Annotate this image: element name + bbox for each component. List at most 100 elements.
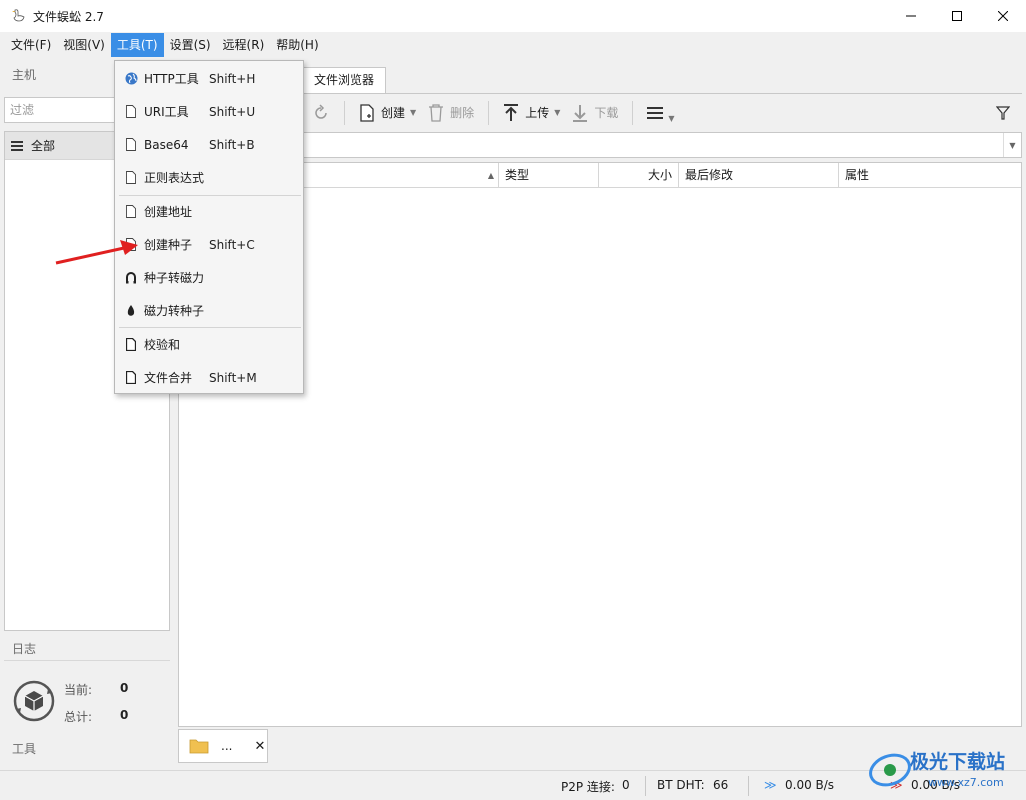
- annotation-arrow-icon: [55, 240, 138, 265]
- menu-settings[interactable]: 设置(S): [164, 33, 217, 57]
- dht-label: BT DHT:: [657, 778, 705, 792]
- menu-item-http-tool[interactable]: HTTP工具 Shift+H: [115, 62, 303, 95]
- document-icon: [124, 205, 138, 219]
- download-speed-icon: ≫: [764, 778, 777, 792]
- upload-icon: [504, 103, 519, 121]
- menu-item-label: URI工具: [144, 105, 189, 119]
- browser-tab[interactable]: ... ✕: [178, 729, 268, 763]
- table-header: ▲ 类型 大小 最后修改 属性: [179, 163, 1021, 188]
- menu-item-shortcut: Shift+H: [209, 71, 256, 86]
- document-icon: [124, 171, 138, 185]
- menu-item-label: 创建地址: [144, 205, 193, 219]
- upload-button[interactable]: 上传 ▼: [497, 98, 566, 128]
- all-label: 全部: [31, 139, 56, 153]
- browser-tab-label: ...: [221, 739, 233, 753]
- menu-item-label: Base64: [144, 137, 189, 152]
- main-panel: 文件浏览器 创建 ▼ 删除 上传 ▼ 下载 ▼ ▼ ▲ 类型 大小 最后修改 属…: [178, 58, 1022, 770]
- watermark-logo: 极光下载站 www.xz7.com: [866, 742, 1022, 796]
- refresh-icon: [315, 103, 327, 119]
- download-speed: 0.00 B/s: [785, 778, 835, 792]
- chevron-down-icon: ▼: [668, 114, 675, 123]
- globe-icon: [124, 72, 138, 86]
- refresh-button[interactable]: [306, 98, 336, 128]
- menu-item-base64[interactable]: Base64 Shift+B: [115, 128, 303, 161]
- menu-item-shortcut: Shift+C: [209, 237, 255, 252]
- magnet-icon: [124, 271, 138, 285]
- host-section-label: 主机: [12, 68, 37, 82]
- menu-item-create-address[interactable]: 创建地址: [115, 195, 303, 228]
- transfer-icon: [12, 679, 56, 726]
- watermark-url: www.xz7.com: [928, 776, 1004, 789]
- menu-item-label: 文件合并: [144, 371, 193, 385]
- menu-item-magnet-to-torrent[interactable]: 磁力转种子: [115, 294, 303, 327]
- menu-item-label: 创建种子: [144, 238, 193, 252]
- download-label: 下载: [594, 106, 619, 120]
- toolbar: 创建 ▼ 删除 上传 ▼ 下载 ▼: [178, 93, 1022, 131]
- filter-icon: [996, 105, 1010, 120]
- menu-item-regex[interactable]: 正则表达式: [115, 161, 303, 194]
- menu-item-label: 正则表达式: [144, 171, 205, 185]
- menu-item-create-torrent[interactable]: 创建种子 Shift+C: [115, 228, 303, 261]
- total-stat: 总计: 0: [64, 708, 134, 725]
- menu-icon: [647, 106, 664, 119]
- title-bar: 文件蜈蚣 2.7: [0, 0, 1026, 32]
- type-column-header[interactable]: 类型: [499, 163, 599, 188]
- view-menu-button[interactable]: ▼: [641, 98, 680, 128]
- upload-label: 上传: [525, 106, 550, 120]
- current-stat: 当前: 0: [64, 681, 134, 698]
- delete-button[interactable]: 删除: [422, 98, 480, 128]
- list-icon: [11, 140, 23, 151]
- menu-view[interactable]: 视图(V): [57, 33, 111, 57]
- document-icon: [124, 371, 138, 385]
- total-value: 0: [120, 708, 129, 722]
- minimize-button[interactable]: [888, 0, 934, 32]
- download-button[interactable]: 下载: [566, 98, 624, 128]
- menu-file[interactable]: 文件(F): [5, 33, 57, 57]
- app-goose-icon: [9, 6, 29, 26]
- new-file-icon: [360, 103, 374, 122]
- menu-bar: 文件(F) 视图(V) 工具(T) 设置(S) 远程(R) 帮助(H): [0, 32, 1026, 58]
- menu-item-file-merge[interactable]: 文件合并 Shift+M: [115, 361, 303, 394]
- tab-file-browser[interactable]: 文件浏览器: [302, 67, 386, 93]
- menu-tools[interactable]: 工具(T): [110, 33, 164, 57]
- create-label: 创建: [381, 106, 406, 120]
- watermark-text: 极光下载站: [910, 750, 1005, 773]
- chevron-down-icon[interactable]: ▼: [1003, 133, 1021, 157]
- document-icon: [124, 105, 138, 119]
- menu-remote[interactable]: 远程(R): [217, 33, 271, 57]
- dht-value: 66: [713, 778, 729, 792]
- filter-button[interactable]: [990, 98, 1016, 128]
- tools-dropdown-menu: HTTP工具 Shift+H URI工具 Shift+U Base64 Shif…: [114, 60, 304, 394]
- download-icon: [573, 104, 588, 122]
- menu-item-label: HTTP工具: [144, 72, 199, 86]
- create-button[interactable]: 创建 ▼: [353, 98, 422, 128]
- p2p-value: 0: [622, 778, 630, 792]
- attrs-column-header[interactable]: 属性: [839, 163, 1021, 188]
- document-icon: [124, 138, 138, 152]
- close-button[interactable]: [980, 0, 1026, 32]
- path-input[interactable]: ▼: [178, 132, 1022, 158]
- maximize-button[interactable]: [934, 0, 980, 32]
- chevron-down-icon: ▼: [410, 108, 417, 117]
- modified-column-header[interactable]: 最后修改: [679, 163, 839, 188]
- p2p-label: P2P 连接:: [561, 780, 615, 794]
- delete-label: 删除: [450, 106, 475, 120]
- current-label: 当前:: [64, 683, 93, 697]
- seed-icon: [124, 304, 138, 318]
- menu-item-shortcut: Shift+M: [209, 370, 257, 385]
- file-table[interactable]: ▲ 类型 大小 最后修改 属性: [178, 162, 1022, 727]
- menu-item-checksum[interactable]: 校验和: [115, 328, 303, 361]
- current-value: 0: [120, 681, 129, 695]
- menu-help[interactable]: 帮助(H): [270, 33, 324, 57]
- total-label: 总计:: [64, 710, 93, 724]
- close-icon[interactable]: ✕: [254, 739, 265, 754]
- menu-item-torrent-to-magnet[interactable]: 种子转磁力: [115, 261, 303, 294]
- menu-item-uri-tool[interactable]: URI工具 Shift+U: [115, 95, 303, 128]
- log-area: 当前: 0 总计: 0: [4, 660, 170, 732]
- size-column-header[interactable]: 大小: [599, 163, 679, 188]
- menu-item-shortcut: Shift+U: [209, 104, 256, 119]
- window-title: 文件蜈蚣 2.7: [33, 9, 104, 24]
- trash-icon: [429, 103, 444, 122]
- log-section-label: 日志: [12, 642, 37, 656]
- document-icon: [124, 338, 138, 352]
